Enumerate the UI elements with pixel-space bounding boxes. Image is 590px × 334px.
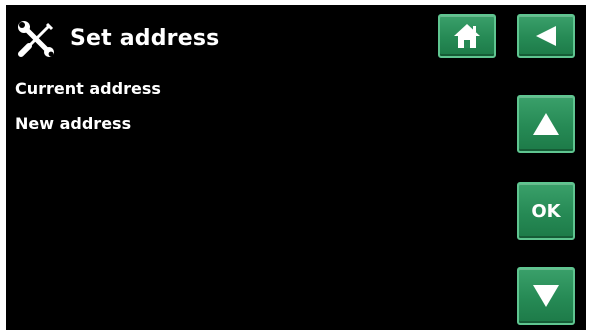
current-address-label: Current address bbox=[15, 79, 161, 98]
back-arrow-icon bbox=[536, 26, 556, 46]
home-icon bbox=[454, 24, 480, 48]
new-address-label: New address bbox=[15, 114, 132, 133]
tools-icon bbox=[18, 21, 54, 57]
home-button[interactable] bbox=[438, 14, 496, 58]
down-button[interactable] bbox=[517, 267, 575, 325]
screen: Set address Current address New address … bbox=[6, 5, 586, 330]
arrow-down-icon bbox=[533, 285, 559, 307]
ok-label: OK bbox=[531, 200, 561, 222]
back-button[interactable] bbox=[517, 14, 575, 58]
ok-button[interactable]: OK bbox=[517, 182, 575, 240]
page-title: Set address bbox=[70, 26, 220, 51]
up-button[interactable] bbox=[517, 95, 575, 153]
arrow-up-icon bbox=[533, 113, 559, 135]
